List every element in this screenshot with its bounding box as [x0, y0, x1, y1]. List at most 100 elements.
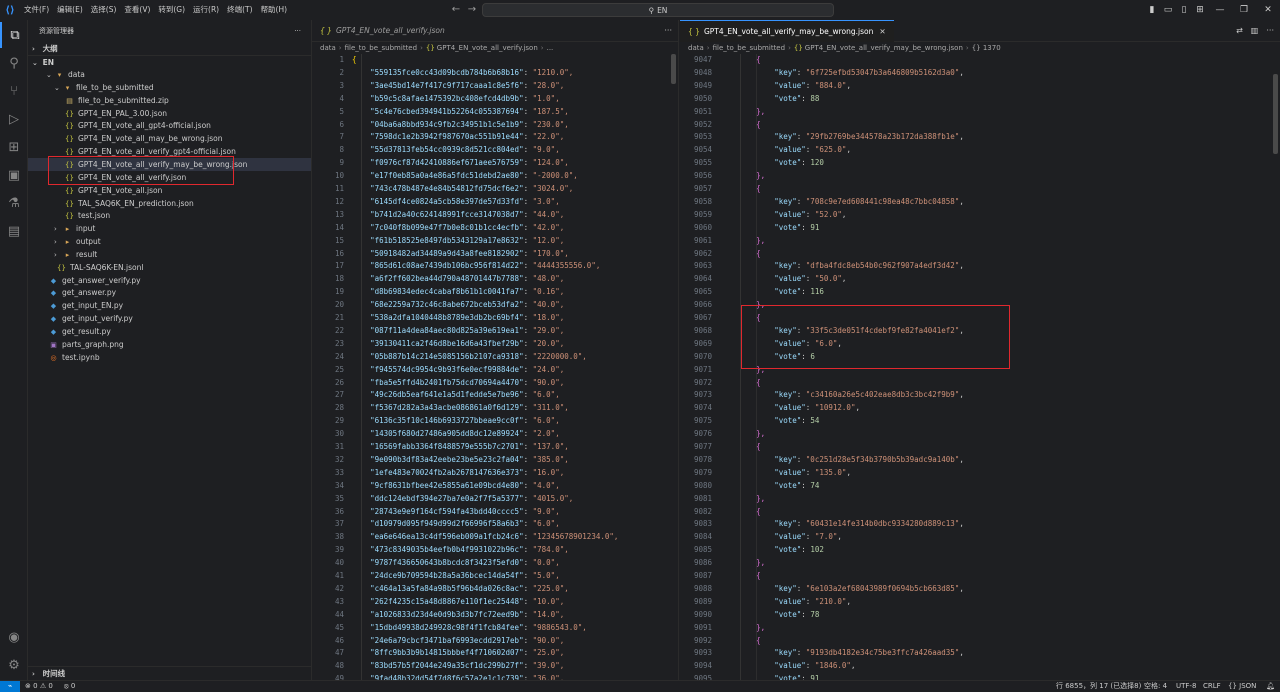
- json-colon: :: [796, 583, 806, 593]
- problems-indicator[interactable]: ⊗ 0 ⚠ 0: [25, 681, 53, 692]
- cursor-position[interactable]: 行 6855，列 17 (已选择8): [1056, 681, 1141, 692]
- menu-item[interactable]: 编辑(E): [53, 0, 87, 20]
- tree-item[interactable]: {} GPT4_EN_vote_all_verify.json: [28, 171, 311, 184]
- code-line: 32 "9e090b3df83a42eebe23be5e23c2fa04": "…: [312, 454, 678, 467]
- workspace-root[interactable]: ⌄ EN: [28, 55, 311, 68]
- timeline-section[interactable]: › 时间线: [28, 666, 311, 679]
- close-window-icon[interactable]: ✕: [1256, 0, 1280, 20]
- menu-item[interactable]: 选择(S): [87, 0, 121, 20]
- tab-vote-all-verify-may-be-wrong[interactable]: { } GPT4_EN_vote_all_verify_may_be_wrong.…: [680, 20, 894, 42]
- menu-item[interactable]: 文件(F): [20, 0, 53, 20]
- line-number: 9094: [693, 661, 712, 671]
- tree-item-label: TAL_SAQ6K_EN_prediction.json: [78, 198, 194, 208]
- breadcrumb-item[interactable]: file_to_be_submitted: [713, 44, 785, 52]
- toggle-primary-sidebar-icon[interactable]: ▮: [1144, 0, 1160, 20]
- menu-item[interactable]: 转到(G): [154, 0, 189, 20]
- tree-item[interactable]: ◆ get_answer_verify.py: [28, 274, 311, 287]
- breadcrumb-item[interactable]: data: [688, 44, 704, 52]
- account-icon[interactable]: ◉: [0, 624, 28, 650]
- more-actions-icon[interactable]: ···: [664, 20, 672, 42]
- menu-item[interactable]: 运行(R): [189, 0, 223, 20]
- tree-item[interactable]: {} GPT4_EN_vote_all_verify_gpt4-official.…: [28, 145, 311, 158]
- tree-item[interactable]: {} GPT4_EN_vote_all_verify_may_be_wrong.j…: [28, 157, 311, 171]
- menu-item[interactable]: 帮助(H): [257, 0, 292, 20]
- json-comma: ,: [959, 67, 964, 77]
- encoding[interactable]: UTF-8: [1176, 681, 1196, 692]
- code-view-left[interactable]: 1{2 "559135fce0cc43d09bcdb784b6b68b16": …: [312, 54, 678, 680]
- restore-icon[interactable]: ❐: [1232, 0, 1256, 20]
- tab-vote-all-verify[interactable]: { } GPT4_EN_vote_all_verify.json: [312, 20, 453, 42]
- menu-item[interactable]: 终端(T): [223, 0, 256, 20]
- json-colon: :: [523, 235, 533, 245]
- tree-item[interactable]: ▣ parts_graph.png: [28, 338, 311, 351]
- tree-item[interactable]: › ▸ input: [28, 222, 311, 235]
- extensions-icon[interactable]: ⊞: [0, 134, 28, 160]
- remote-explorer-icon[interactable]: ▣: [0, 162, 28, 188]
- tree-item[interactable]: ⌄ ▾ data: [28, 68, 311, 81]
- toggle-panel-icon[interactable]: ▭: [1160, 0, 1176, 20]
- breadcrumb-item[interactable]: file_to_be_submitted: [345, 44, 417, 52]
- tree-item[interactable]: ⌄ ▾ file_to_be_submitted: [28, 81, 311, 94]
- minimize-icon[interactable]: —: [1208, 0, 1232, 20]
- code-line: 9059 "value": "52.0",: [680, 209, 1280, 222]
- notifications-icon[interactable]: 🔔︎: [1266, 681, 1275, 692]
- breadcrumb-item[interactable]: ...: [547, 44, 554, 52]
- settings-gear-icon[interactable]: ⚙: [0, 652, 28, 678]
- split-editor-icon[interactable]: ▥: [1251, 20, 1259, 42]
- compare-icon[interactable]: ⇄: [1236, 20, 1243, 42]
- run-debug-icon[interactable]: ▷: [0, 106, 28, 132]
- menu-item[interactable]: 查看(V): [120, 0, 154, 20]
- forward-arrow-icon[interactable]: →: [466, 4, 478, 16]
- search-icon[interactable]: ⚲: [0, 50, 28, 76]
- ports-indicator[interactable]: ⦻ 0: [64, 681, 75, 692]
- close-tab-icon[interactable]: ✕: [879, 27, 885, 36]
- back-arrow-icon[interactable]: ←: [450, 4, 462, 16]
- toggle-secondary-sidebar-icon[interactable]: ▯: [1176, 0, 1192, 20]
- breadcrumb-item[interactable]: data: [320, 44, 336, 52]
- customize-layout-icon[interactable]: ⊞: [1192, 0, 1208, 20]
- breadcrumb-item[interactable]: GPT4_EN_vote_all_verify.json: [437, 44, 538, 52]
- tree-item[interactable]: {} TAL_SAQ6K_EN_prediction.json: [28, 197, 311, 210]
- breadcrumb-item[interactable]: {} 1370: [972, 44, 1001, 52]
- json-colon: :: [523, 145, 533, 155]
- tree-item[interactable]: {} GPT4_EN_vote_all_gpt4-official.json: [28, 119, 311, 132]
- tree-item[interactable]: ◆ get_answer.py: [28, 286, 311, 299]
- tree-item[interactable]: ▤ file_to_be_submitted.zip: [28, 94, 311, 107]
- tab-label: GPT4_EN_vote_all_verify_may_be_wrong.jso…: [703, 27, 874, 36]
- tree-item[interactable]: {} TAL-SAQ6K-EN.jsonl: [28, 261, 311, 274]
- json-key: "743c478b487e4e84b54812fd75dcf6e2": [370, 184, 524, 193]
- comments-icon[interactable]: ▤: [0, 218, 28, 244]
- more-actions-icon[interactable]: ···: [1266, 20, 1274, 42]
- line-number: 38: [334, 532, 344, 542]
- outline-section[interactable]: › 大纲: [28, 42, 311, 55]
- explorer-icon[interactable]: ⧉: [0, 22, 28, 48]
- json-key: "7598dc1e2b3942f987670ac551b91e44": [370, 132, 524, 142]
- command-center-search[interactable]: ⚲ EN: [482, 3, 834, 17]
- tree-item[interactable]: {} GPT4_EN_vote_all.json: [28, 184, 311, 197]
- json-file-icon: {}: [425, 44, 435, 52]
- tree-item[interactable]: ◆ get_input_EN.py: [28, 299, 311, 312]
- line-number: 9090: [693, 609, 712, 619]
- source-control-icon[interactable]: ⑂: [0, 78, 28, 104]
- language-mode[interactable]: {} JSON: [1228, 681, 1256, 692]
- tree-item[interactable]: › ▸ output: [28, 235, 311, 248]
- tree-item[interactable]: ◎ test.ipynb: [28, 351, 311, 364]
- tree-item[interactable]: {} GPT4_EN_vote_all_may_be_wrong.json: [28, 132, 311, 145]
- line-ending[interactable]: CRLF: [1203, 681, 1221, 692]
- tree-item[interactable]: › ▸ result: [28, 248, 311, 261]
- more-actions-icon[interactable]: ···: [294, 20, 301, 42]
- json-value: "9886543.0",: [532, 622, 587, 632]
- json-value: "44.0",: [532, 209, 565, 219]
- tree-item[interactable]: {} GPT4_EN_PAL_3.00.json: [28, 107, 311, 120]
- indentation[interactable]: 空格: 4: [1144, 681, 1167, 692]
- line-number: 9086: [693, 558, 712, 568]
- tree-item[interactable]: ◆ get_result.py: [28, 325, 311, 338]
- tree-item[interactable]: ◆ get_input_verify.py: [28, 312, 311, 325]
- json-comma: ,: [959, 583, 964, 593]
- remote-indicator-icon[interactable]: ⌁: [0, 681, 20, 692]
- testing-icon[interactable]: ⚗: [0, 190, 28, 216]
- breadcrumb-item[interactable]: GPT4_EN_vote_all_verify_may_be_wrong.jso…: [805, 44, 963, 52]
- code-view-right[interactable]: 9047 {9048 "key": "6f725efbd53047b3a6468…: [680, 54, 1280, 680]
- tree-item[interactable]: {} test.json: [28, 209, 311, 222]
- line-number: 28: [334, 403, 344, 413]
